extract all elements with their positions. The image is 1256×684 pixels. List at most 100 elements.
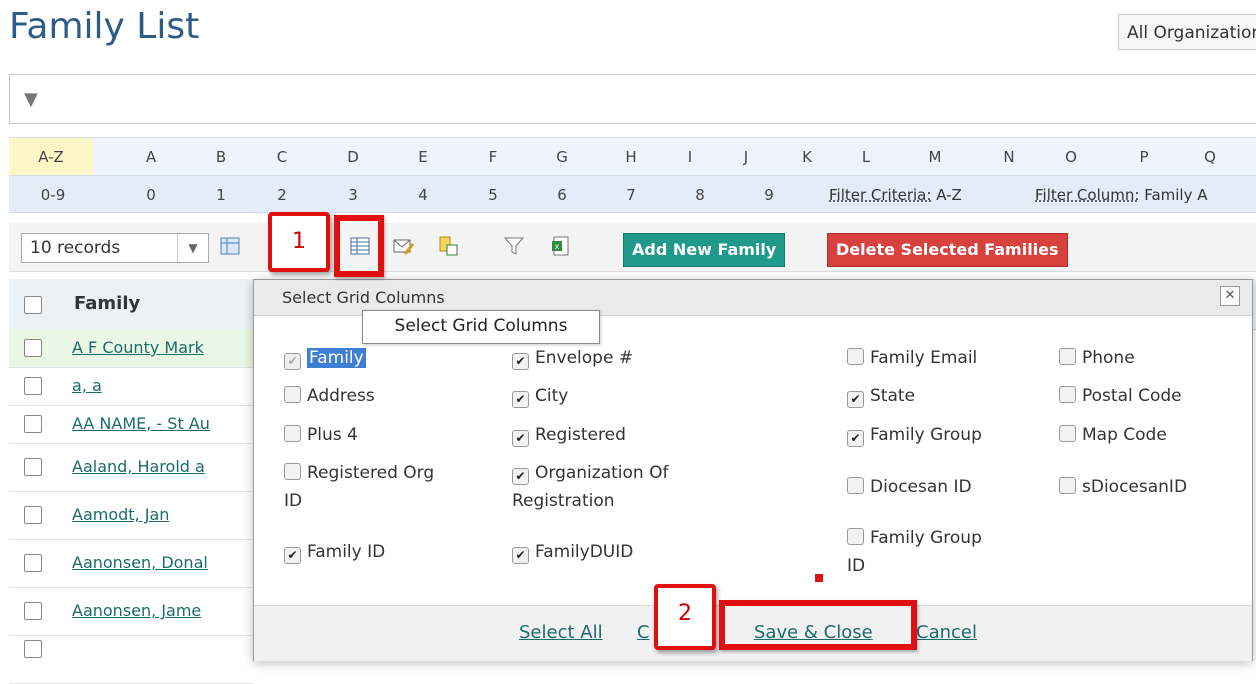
filter-bar[interactable]: ▼ [9, 74, 1256, 124]
grid-view-icon[interactable] [219, 235, 241, 257]
checkbox-icon[interactable]: ✔ [847, 430, 864, 447]
row-checkbox[interactable] [24, 602, 42, 620]
checkbox-icon[interactable] [1059, 348, 1076, 365]
expand-filter-icon[interactable]: ▼ [24, 89, 38, 110]
column-option[interactable]: sDiocesanID [1059, 473, 1187, 501]
row-checkbox[interactable] [24, 458, 42, 476]
checkbox-icon[interactable] [1059, 477, 1076, 494]
column-option[interactable]: Map Code [1059, 421, 1167, 449]
checkbox-icon[interactable] [1059, 425, 1076, 442]
email-icon[interactable] [393, 235, 415, 257]
column-option[interactable]: ✔ Envelope # [512, 344, 633, 372]
alpha-letter[interactable]: P [1124, 138, 1164, 176]
select-all-link[interactable]: Select All [519, 622, 603, 643]
table-row[interactable]: a, a [9, 367, 254, 406]
numeric-filter[interactable]: 8 [680, 176, 720, 214]
alpha-letter[interactable]: D [333, 138, 373, 176]
row-checkbox[interactable] [24, 506, 42, 524]
row-checkbox[interactable] [24, 640, 42, 658]
alpha-a-z[interactable]: A-Z [9, 138, 93, 176]
numeric-filter[interactable]: 4 [403, 176, 443, 214]
numeric-filter[interactable]: 5 [473, 176, 513, 214]
records-per-page-select[interactable]: 10 records ▼ [21, 233, 209, 263]
column-option[interactable]: ✔ Family Group [847, 421, 982, 449]
alpha-letter[interactable]: C [262, 138, 302, 176]
family-column-header[interactable]: Family [74, 293, 140, 314]
alpha-letter[interactable]: O [1051, 138, 1091, 176]
family-link[interactable]: Aamodt, Jan [72, 505, 169, 524]
excel-icon[interactable]: x [550, 235, 572, 257]
clear-link[interactable]: C [637, 622, 650, 643]
close-icon[interactable]: ✕ [1220, 286, 1240, 306]
table-row[interactable]: Aaland, Harold a [9, 443, 254, 492]
checkbox-icon[interactable] [847, 477, 864, 494]
family-link[interactable]: AA NAME, - St Au [72, 414, 210, 433]
alpha-letter[interactable]: B [201, 138, 241, 176]
column-option[interactable]: ✔ FamilyDUID [512, 538, 633, 566]
checkbox-icon[interactable]: ✔ [512, 391, 529, 408]
numeric-filter[interactable]: 0 [131, 176, 171, 214]
checkbox-icon[interactable] [847, 528, 864, 545]
select-all-checkbox[interactable] [24, 296, 42, 314]
numeric-filter[interactable]: 7 [611, 176, 651, 214]
checkbox-icon[interactable]: ✔ [284, 353, 301, 370]
checkbox-icon[interactable] [847, 348, 864, 365]
checkbox-icon[interactable]: ✔ [284, 547, 301, 564]
checkbox-icon[interactable]: ✔ [847, 391, 864, 408]
column-option[interactable]: ✔ Family [284, 344, 366, 372]
column-option[interactable]: ✔ Family ID [284, 538, 385, 566]
delete-selected-families-button[interactable]: Delete Selected Families [827, 233, 1068, 267]
numeric-filter[interactable]: 3 [333, 176, 373, 214]
row-checkbox[interactable] [24, 377, 42, 395]
table-row[interactable]: Aanonsen, Jame [9, 587, 254, 636]
column-option[interactable]: ✔ Organization Of Registration [512, 459, 668, 515]
checkbox-icon[interactable] [284, 425, 301, 442]
numeric-filter[interactable]: 6 [542, 176, 582, 214]
alpha-letter[interactable]: E [403, 138, 443, 176]
filter-icon[interactable] [503, 235, 525, 257]
table-row[interactable] [9, 635, 254, 684]
checkbox-icon[interactable] [284, 386, 301, 403]
family-link[interactable]: Aanonsen, Jame [72, 601, 201, 620]
family-link[interactable]: a, a [72, 376, 102, 395]
alpha-letter[interactable]: I [670, 138, 710, 176]
family-link[interactable]: Aanonsen, Donal [72, 553, 208, 572]
checkbox-icon[interactable]: ✔ [512, 353, 529, 370]
alpha-letter[interactable]: A [131, 138, 171, 176]
column-option[interactable]: ✔ State [847, 382, 915, 410]
alpha-letter[interactable]: G [542, 138, 582, 176]
table-row[interactable]: A F County Mark [9, 329, 254, 368]
checkbox-icon[interactable] [1059, 386, 1076, 403]
column-option[interactable]: Address [284, 382, 375, 410]
checkbox-icon[interactable] [284, 463, 301, 480]
checkbox-icon[interactable]: ✔ [512, 468, 529, 485]
column-option[interactable]: ✔ City [512, 382, 568, 410]
alpha-letter[interactable]: F [473, 138, 513, 176]
table-row[interactable]: AA NAME, - St Au [9, 405, 254, 444]
column-option[interactable]: ✔ Registered [512, 421, 626, 449]
alpha-letter[interactable]: Q [1190, 138, 1230, 176]
numeric-filter[interactable]: 2 [262, 176, 302, 214]
family-link[interactable]: Aaland, Harold a [72, 457, 205, 476]
organization-select[interactable]: All Organizations [1118, 14, 1256, 50]
alpha-letter[interactable]: K [787, 138, 827, 176]
column-option[interactable]: Registered Org ID [284, 459, 434, 515]
alpha-0-9[interactable]: 0-9 [28, 176, 78, 214]
alpha-letter[interactable]: H [611, 138, 651, 176]
alpha-letter[interactable]: N [989, 138, 1029, 176]
family-link[interactable]: A F County Mark [72, 338, 204, 357]
chevron-down-icon[interactable]: ▼ [177, 234, 208, 262]
export-icon[interactable] [437, 235, 459, 257]
alpha-letter[interactable]: M [915, 138, 955, 176]
add-new-family-button[interactable]: Add New Family [623, 233, 786, 267]
alpha-letter[interactable]: J [726, 138, 766, 176]
column-option[interactable]: Diocesan ID [847, 473, 972, 501]
numeric-filter[interactable]: 9 [749, 176, 789, 214]
cancel-link[interactable]: Cancel [916, 622, 977, 643]
row-checkbox[interactable] [24, 339, 42, 357]
numeric-filter[interactable]: 1 [201, 176, 241, 214]
table-row[interactable]: Aanonsen, Donal [9, 539, 254, 588]
column-option[interactable]: Phone [1059, 344, 1135, 372]
checkbox-icon[interactable]: ✔ [512, 430, 529, 447]
column-option[interactable]: Plus 4 [284, 421, 358, 449]
